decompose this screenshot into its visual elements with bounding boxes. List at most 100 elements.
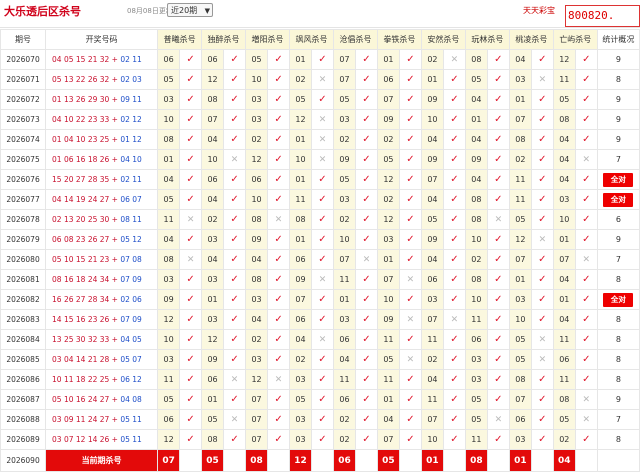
result-cell: ✓: [486, 89, 510, 110]
check-icon: ✓: [538, 174, 547, 185]
back-numbers: 05 07: [120, 355, 142, 364]
result-cell: ✓: [442, 409, 466, 430]
check-icon: ✓: [186, 314, 195, 325]
period-cell: 2026070: [0, 49, 47, 70]
result-cell: ✕: [267, 209, 291, 230]
column-header: 开奖号码: [45, 29, 159, 50]
check-icon: ✓: [318, 174, 327, 185]
draw-numbers-cell: 15 20 27 28 35 + 02 11: [45, 169, 159, 190]
result-cell: ✓: [311, 209, 334, 230]
kill-number-cell: 05: [464, 389, 488, 410]
result-cell: ✓: [398, 409, 422, 430]
current-kill-number: 05: [201, 449, 225, 472]
cross-icon: ✕: [230, 154, 239, 165]
cross-icon: ✕: [450, 54, 459, 65]
kill-number-cell: 10: [464, 289, 488, 310]
result-cell: ✓: [574, 109, 598, 130]
check-icon: ✓: [230, 74, 239, 85]
kill-number-cell: 08: [157, 129, 181, 150]
check-icon: ✓: [406, 114, 415, 125]
result-cell: ✕: [530, 349, 554, 370]
kill-number-cell: 07: [245, 389, 269, 410]
cross-icon: ✕: [230, 374, 239, 385]
result-cell: ✓: [223, 169, 247, 190]
result-cell: ✓: [398, 389, 422, 410]
result-cell: ✓: [530, 289, 554, 310]
result-cell: ✕: [267, 369, 291, 390]
result-cell: ✓: [398, 329, 422, 350]
result-cell: ✕: [311, 69, 334, 90]
check-icon: ✓: [538, 294, 547, 305]
check-icon: ✓: [318, 354, 327, 365]
result-cell: ✓: [223, 429, 247, 450]
kill-number-cell: 07: [508, 109, 532, 130]
kill-number-cell: 04: [464, 129, 488, 150]
kill-number-cell: 03: [201, 229, 225, 250]
result-cell: ✕: [311, 329, 334, 350]
check-icon: ✓: [494, 174, 503, 185]
kill-number-cell: 01: [552, 229, 576, 250]
result-cell: ✕: [530, 229, 554, 250]
kill-number-cell: 11: [464, 309, 488, 330]
result-cell: ✓: [354, 189, 378, 210]
result-cell: ✓: [311, 169, 334, 190]
stat-cell: 9: [596, 89, 640, 110]
check-icon: ✓: [538, 374, 547, 385]
check-icon: ✓: [186, 354, 195, 365]
front-numbers: 08 16 18 24 34: [52, 275, 110, 284]
brand-link[interactable]: 天天彩宝: [523, 5, 555, 16]
result-cell: ✓: [574, 289, 598, 310]
kill-number-cell: 05: [245, 49, 269, 70]
result-cell: ✓: [311, 389, 334, 410]
stat-cell: 9: [596, 229, 640, 250]
kill-number-cell: 04: [201, 189, 225, 210]
current-kill-number: 05: [376, 449, 400, 472]
check-icon: ✓: [362, 314, 371, 325]
kill-number-cell: 02: [332, 129, 356, 150]
kill-number-cell: 03: [289, 429, 312, 450]
result-cell: ✓: [486, 249, 510, 270]
kill-number-cell: 02: [245, 329, 269, 350]
kill-number-cell: 08: [245, 269, 269, 290]
kill-number-cell: 01: [289, 169, 312, 190]
result-cell: ✓: [354, 169, 378, 190]
check-icon: ✓: [230, 114, 239, 125]
check-icon: ✓: [494, 114, 503, 125]
front-numbers: 04 10 22 23 33: [52, 115, 110, 124]
check-icon: ✓: [450, 334, 459, 345]
check-icon: ✓: [450, 154, 459, 165]
result-cell: ✓: [442, 349, 466, 370]
check-icon: ✓: [186, 114, 195, 125]
result-cell: ✓: [486, 109, 510, 130]
kill-number-cell: 07: [420, 409, 444, 430]
front-numbers: 13 25 30 32 33: [52, 335, 110, 344]
result-cell: ✓: [311, 369, 334, 390]
front-numbers: 01 13 26 29 30: [52, 95, 110, 104]
kill-number-cell: 11: [157, 369, 181, 390]
kill-number-cell: 06: [420, 269, 444, 290]
check-icon: ✓: [274, 74, 283, 85]
period-range-select[interactable]: 近20期 ▼: [167, 3, 213, 17]
check-icon: ✓: [450, 134, 459, 145]
check-icon: ✓: [450, 194, 459, 205]
result-cell: ✓: [398, 189, 422, 210]
kill-number-cell: 01: [201, 389, 225, 410]
period-cell: 2026080: [0, 249, 47, 270]
stat-cell: 9: [596, 49, 640, 70]
kill-number-cell: 05: [464, 409, 488, 430]
result-cell: ✓: [223, 209, 247, 230]
front-numbers: 05 10 16 24 27: [52, 395, 110, 404]
kill-number-cell: 09: [420, 229, 444, 250]
result-cell: ✓: [311, 309, 334, 330]
check-icon: ✓: [406, 394, 415, 405]
cross-icon: ✕: [582, 394, 591, 405]
kill-number-cell: 08: [508, 369, 532, 390]
kill-number-cell: 10: [201, 149, 225, 170]
check-icon: ✓: [362, 54, 371, 65]
result-cell: ✓: [442, 369, 466, 390]
kill-number-cell: 02: [420, 49, 444, 70]
result-cell: ✕: [354, 249, 378, 270]
kill-number-cell: 07: [332, 249, 356, 270]
current-period-row: 2026090 当前期杀号 07 05 08 12 06 05 01 08 01 04: [0, 449, 640, 472]
result-cell: ✓: [398, 169, 422, 190]
